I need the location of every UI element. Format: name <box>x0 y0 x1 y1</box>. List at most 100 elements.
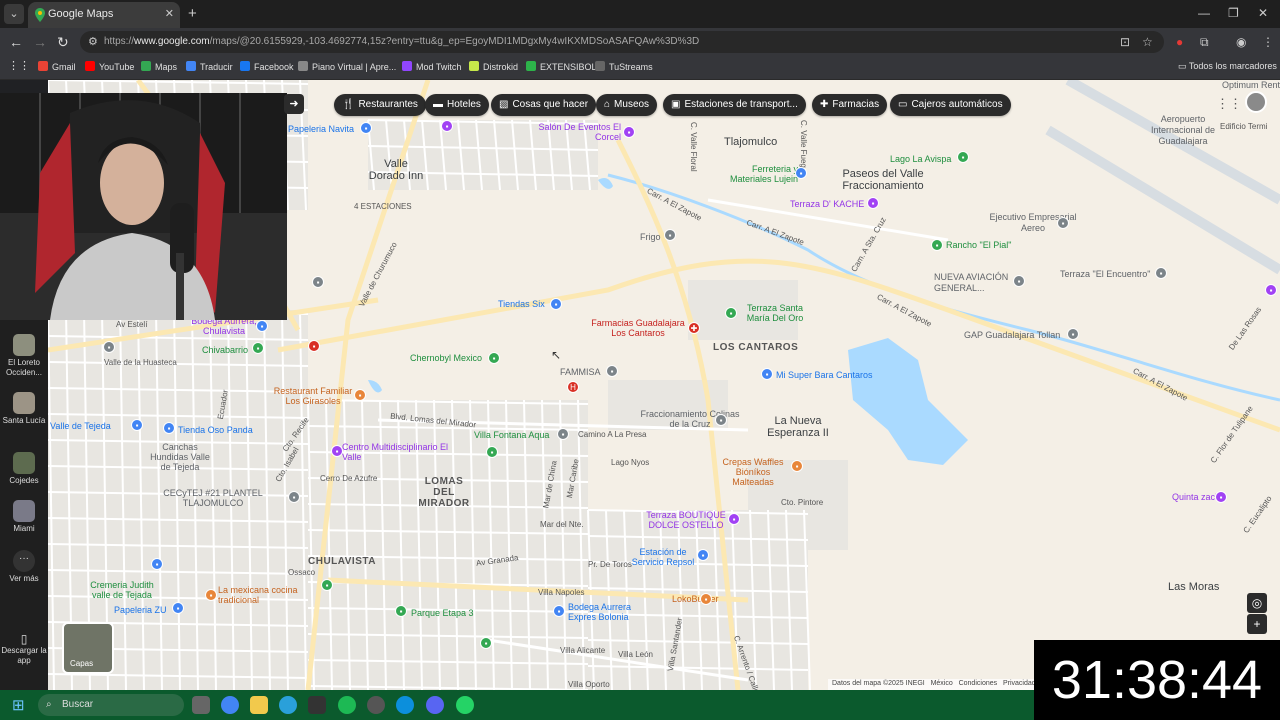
cremeria-label[interactable]: Cremeria Judith valle de Tejada <box>82 580 162 600</box>
quinta-zach-pin[interactable]: ▪ <box>1215 491 1227 503</box>
valle-tejeda-pin[interactable]: ▪ <box>131 419 143 431</box>
salon-pin[interactable]: ▪ <box>623 126 635 138</box>
nueva-aviacion-pin[interactable]: ▪ <box>1013 275 1025 287</box>
mexicana-label[interactable]: La mexicana cocina tradicional <box>218 585 298 605</box>
parque-etapa-pin[interactable]: ▪ <box>395 605 407 617</box>
bookmark-youtube[interactable]: YouTube <box>85 61 134 72</box>
chip-restaurantes[interactable]: 🍴 Restaurantes <box>334 94 426 116</box>
terraza-kache-label[interactable]: Terraza D' KACHE <box>790 199 864 209</box>
villa-fontana-label[interactable]: Villa Fontana Aqua <box>474 430 549 440</box>
telegram-icon[interactable] <box>279 696 297 714</box>
lago-avispa-pin[interactable]: ▪ <box>957 151 969 163</box>
bookmark-mod-twitch[interactable]: Mod Twitch <box>402 61 461 72</box>
terraza-encuentro-pin[interactable]: ▪ <box>1155 267 1167 279</box>
cecytej-label[interactable]: CECyTEJ #21 PLANTEL TLAJOMULCO <box>158 488 268 508</box>
estacion-repsol-pin[interactable]: ▪ <box>697 549 709 561</box>
cecytej-pin[interactable]: ▪ <box>288 491 300 503</box>
frigo-label[interactable]: Frigo <box>640 232 661 242</box>
quinta-zach-label[interactable]: Quinta zach <box>1172 492 1220 502</box>
install-app-icon[interactable]: ⊡ <box>1120 35 1130 49</box>
extensions-puzzle-icon[interactable]: ⧉ <box>1200 35 1209 50</box>
fracc-colinas-pin[interactable]: ▪ <box>715 414 727 426</box>
minimize-icon[interactable]: — <box>1198 6 1210 20</box>
farmacias-gdl-label[interactable]: Farmacias Guadalajara Los Cantaros <box>588 318 688 338</box>
green-pin-mid[interactable]: ▪ <box>486 446 498 458</box>
papeleria-zu-label[interactable]: Papeleria ZU <box>114 605 167 615</box>
task-view-icon[interactable] <box>192 696 210 714</box>
gap-pin[interactable]: ▪ <box>1067 328 1079 340</box>
chernobyl-pin[interactable]: ▪ <box>488 352 500 364</box>
chip-estaciones[interactable]: ▣ Estaciones de transport... <box>663 94 806 116</box>
windows-start-icon[interactable]: ⊞ <box>12 696 25 714</box>
extension-icon[interactable]: ● <box>1176 35 1183 49</box>
poi-gray-pin-west[interactable]: ▪ <box>103 341 115 353</box>
reload-icon[interactable]: ↻ <box>57 34 69 51</box>
tab-search-button[interactable]: ⌄ <box>4 4 24 24</box>
chip-cajeros[interactable]: ▭ Cajeros automáticos <box>890 94 1011 116</box>
attribution-conditions-link[interactable]: Condiciones <box>959 680 998 687</box>
ferreteria-label[interactable]: Ferreteria y Materiales Lujein <box>728 164 798 184</box>
valle-tejeda-label[interactable]: Valle de Tejeda <box>50 421 111 431</box>
whatsapp-icon[interactable] <box>456 696 474 714</box>
ejecutivo-pin[interactable]: ▪ <box>1057 217 1069 229</box>
edge-icon[interactable] <box>396 696 414 714</box>
frigo-pin[interactable]: ▪ <box>664 229 676 241</box>
discord-icon[interactable] <box>426 696 444 714</box>
restaurant-girasoles-label[interactable]: Restaurant Familiar Los Girasoles <box>268 386 358 406</box>
bookmark-facebook[interactable]: Facebook <box>240 61 294 72</box>
my-location-icon[interactable]: ◎ <box>1247 593 1267 613</box>
papeleria-navita-pin[interactable]: ▪ <box>360 122 372 134</box>
tab-google-maps[interactable]: Google Maps ✕ <box>28 2 180 28</box>
villa-fontana-pin[interactable]: ▪ <box>557 428 569 440</box>
salon-label[interactable]: Salón De Eventos El Corcel <box>531 122 621 142</box>
terraza-santa-label[interactable]: Terraza Santa María Del Oro <box>740 303 810 323</box>
green-pin-south[interactable]: ▪ <box>480 637 492 649</box>
crepas-pin[interactable]: ▪ <box>791 460 803 472</box>
bookmark-extensibol[interactable]: EXTENSIBOL <box>526 61 597 72</box>
bodega-bolonia-label[interactable]: Bodega Aurrera Expres Bolonia <box>568 602 648 622</box>
mi-super-pin[interactable]: ▪ <box>761 368 773 380</box>
recent-cojedes[interactable]: Cojedes <box>0 452 48 486</box>
estacion-repsol-label[interactable]: Estación de Servicio Repsol <box>630 547 696 567</box>
profile-icon[interactable]: ◉ <box>1236 35 1246 49</box>
tienda-oso-pin[interactable]: ▪ <box>163 422 175 434</box>
lago-avispa-label[interactable]: Lago La Avispa <box>890 154 951 164</box>
close-window-icon[interactable]: ✕ <box>1258 6 1268 20</box>
famisa-label[interactable]: FAMMISA <box>560 367 601 377</box>
nueva-aviacion-label[interactable]: NUEVA AVIACIÓN GENERAL... <box>934 272 1014 294</box>
restore-icon[interactable]: ❐ <box>1228 6 1239 20</box>
tiendas-six-label[interactable]: Tiendas Six <box>498 299 545 309</box>
chip-hoteles[interactable]: ▬ Hoteles <box>425 94 489 116</box>
centro-multi-pin[interactable]: ▪ <box>331 445 343 457</box>
bookmark-traducir[interactable]: Traducir <box>186 61 233 72</box>
chernobyl-label[interactable]: Chernobyl Mexico <box>410 353 482 363</box>
tienda-oso-label[interactable]: Tienda Oso Panda <box>178 425 253 435</box>
papeleria-zu-pin[interactable]: ▪ <box>172 602 184 614</box>
chivabarrio-label[interactable]: Chivabarrio <box>202 345 248 355</box>
poi-pin-right-edge[interactable]: ▪ <box>1265 284 1277 296</box>
tab-close-icon[interactable]: ✕ <box>165 7 174 20</box>
download-app-button[interactable]: ▯ Descargar la app <box>0 632 48 666</box>
mexicana-pin[interactable]: ▪ <box>205 589 217 601</box>
terraza-kache-pin[interactable]: ▪ <box>867 197 879 209</box>
terraza-boutique-pin[interactable]: ▪ <box>728 513 740 525</box>
terraza-boutique-label[interactable]: Terraza BOUTIQUE DOLCE OSTELLO <box>644 510 728 530</box>
recent-santa-lucia[interactable]: Santa Lucía <box>0 392 48 426</box>
attribution-privacy-link[interactable]: Privacidad <box>1003 680 1036 687</box>
taskbar-search[interactable]: ⌕ Buscar <box>38 694 184 716</box>
address-bar[interactable]: ⚙ https://www.google.com/maps/@20.615592… <box>80 31 1164 53</box>
hospital-pin[interactable]: H <box>567 381 579 393</box>
parque-etapa-label[interactable]: Parque Etapa 3 <box>411 608 474 618</box>
forward-icon[interactable]: → <box>33 34 47 50</box>
site-info-icon[interactable]: ⚙ <box>88 35 98 48</box>
back-icon[interactable]: ← <box>9 34 23 50</box>
chip-cosas-que-hacer[interactable]: ▧ Cosas que hacer <box>491 94 597 116</box>
centro-multi-label[interactable]: Centro Multidisciplinario El Valle <box>342 442 452 462</box>
papeleria-navita-label[interactable]: Papeleria Navita <box>288 124 354 134</box>
apps-icon[interactable]: ⋮⋮ <box>8 59 30 72</box>
restaurant-girasoles-pin[interactable]: ▪ <box>354 389 366 401</box>
spotify-icon[interactable] <box>338 696 356 714</box>
chip-farmacias[interactable]: ✚ Farmacias <box>812 94 888 116</box>
bookmark-tustreams[interactable]: TuStreams <box>595 61 653 72</box>
farmacias-gdl-pin[interactable]: ✚ <box>688 322 700 334</box>
